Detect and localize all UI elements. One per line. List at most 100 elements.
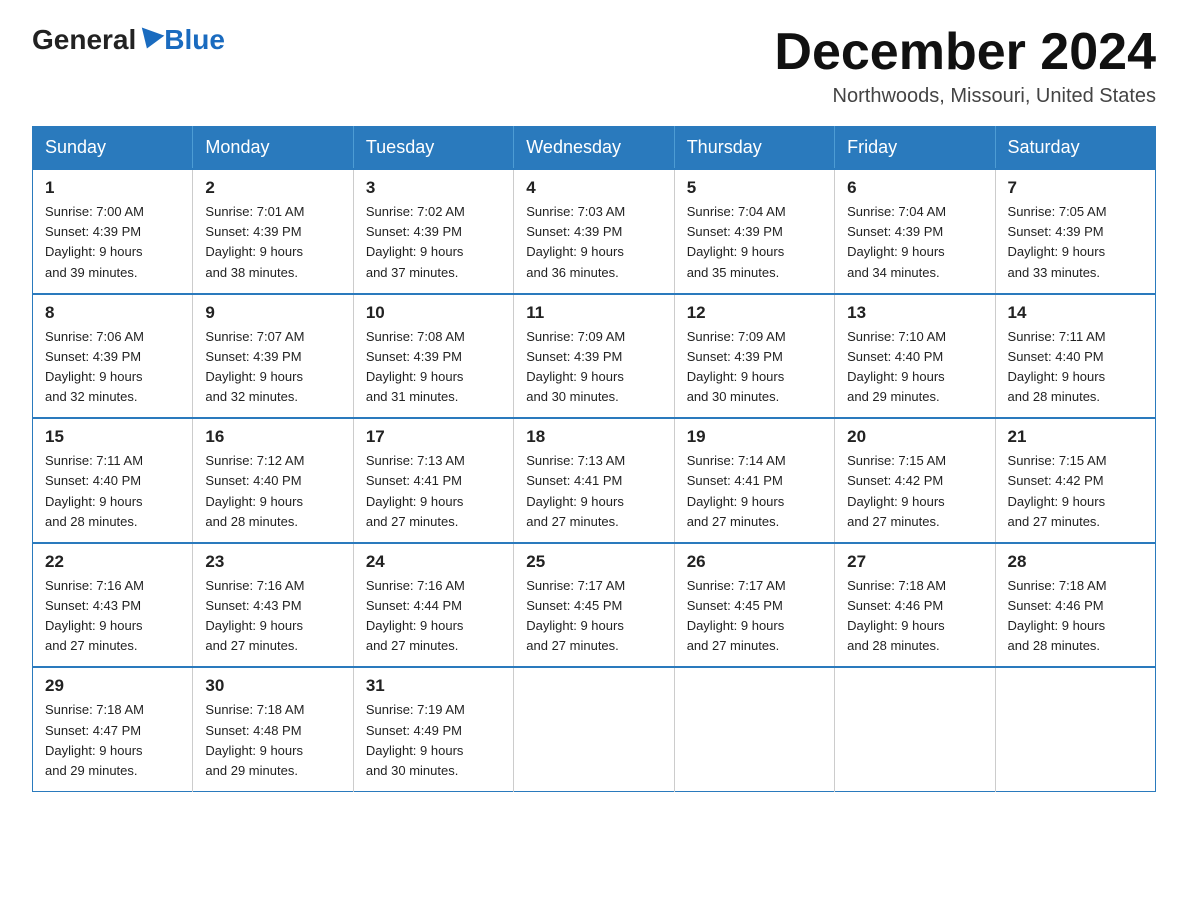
day-info: Sunrise: 7:04 AMSunset: 4:39 PMDaylight:… xyxy=(687,202,824,283)
day-info: Sunrise: 7:06 AMSunset: 4:39 PMDaylight:… xyxy=(45,327,182,408)
calendar-cell: 29 Sunrise: 7:18 AMSunset: 4:47 PMDayligh… xyxy=(33,667,193,791)
header-friday: Friday xyxy=(835,127,995,170)
calendar-cell: 16Sunrise: 7:12 AMSunset: 4:40 PMDayligh… xyxy=(193,418,353,543)
day-info: Sunrise: 7:16 AMSunset: 4:44 PMDaylight:… xyxy=(366,576,503,657)
day-number: 5 xyxy=(687,178,824,198)
day-number: 20 xyxy=(847,427,984,447)
day-number: 19 xyxy=(687,427,824,447)
day-info: Sunrise: 7:09 AMSunset: 4:39 PMDaylight:… xyxy=(687,327,824,408)
month-title: December 2024 xyxy=(774,24,1156,81)
calendar-cell: 7Sunrise: 7:05 AMSunset: 4:39 PMDaylight… xyxy=(995,169,1155,294)
calendar-cell: 4 Sunrise: 7:03 AMSunset: 4:39 PMDaylight… xyxy=(514,169,674,294)
calendar-cell: 31 Sunrise: 7:19 AMSunset: 4:49 PMDayligh… xyxy=(353,667,513,791)
calendar-cell: 27Sunrise: 7:18 AMSunset: 4:46 PMDayligh… xyxy=(835,543,995,668)
calendar-cell: 28 Sunrise: 7:18 AMSunset: 4:46 PMDayligh… xyxy=(995,543,1155,668)
calendar-cell: 2Sunrise: 7:01 AMSunset: 4:39 PMDaylight… xyxy=(193,169,353,294)
day-number: 23 xyxy=(205,552,342,572)
day-info: Sunrise: 7:11 AMSunset: 4:40 PMDaylight:… xyxy=(45,451,182,532)
day-number: 27 xyxy=(847,552,984,572)
day-info: Sunrise: 7:19 AMSunset: 4:49 PMDaylight:… xyxy=(366,700,503,781)
day-number: 6 xyxy=(847,178,984,198)
day-info: Sunrise: 7:13 AMSunset: 4:41 PMDaylight:… xyxy=(526,451,663,532)
calendar-cell xyxy=(674,667,834,791)
calendar-cell: 3 Sunrise: 7:02 AMSunset: 4:39 PMDaylight… xyxy=(353,169,513,294)
calendar-cell: 13Sunrise: 7:10 AMSunset: 4:40 PMDayligh… xyxy=(835,294,995,419)
calendar-cell: 10 Sunrise: 7:08 AMSunset: 4:39 PMDayligh… xyxy=(353,294,513,419)
day-number: 15 xyxy=(45,427,182,447)
day-number: 22 xyxy=(45,552,182,572)
day-info: Sunrise: 7:17 AMSunset: 4:45 PMDaylight:… xyxy=(687,576,824,657)
day-number: 4 xyxy=(526,178,663,198)
calendar-cell: 6 Sunrise: 7:04 AMSunset: 4:39 PMDaylight… xyxy=(835,169,995,294)
day-number: 28 xyxy=(1008,552,1145,572)
calendar-week-row: 1Sunrise: 7:00 AMSunset: 4:39 PMDaylight… xyxy=(33,169,1156,294)
calendar-header-row: SundayMondayTuesdayWednesdayThursdayFrid… xyxy=(33,127,1156,170)
day-number: 21 xyxy=(1008,427,1145,447)
day-number: 14 xyxy=(1008,303,1145,323)
day-number: 9 xyxy=(205,303,342,323)
calendar-cell: 22 Sunrise: 7:16 AMSunset: 4:43 PMDayligh… xyxy=(33,543,193,668)
day-info: Sunrise: 7:18 AMSunset: 4:46 PMDaylight:… xyxy=(1008,576,1145,657)
day-info: Sunrise: 7:18 AMSunset: 4:48 PMDaylight:… xyxy=(205,700,342,781)
day-info: Sunrise: 7:18 AMSunset: 4:47 PMDaylight:… xyxy=(45,700,182,781)
day-number: 30 xyxy=(205,676,342,696)
day-info: Sunrise: 7:14 AMSunset: 4:41 PMDaylight:… xyxy=(687,451,824,532)
calendar-cell: 18Sunrise: 7:13 AMSunset: 4:41 PMDayligh… xyxy=(514,418,674,543)
day-info: Sunrise: 7:03 AMSunset: 4:39 PMDaylight:… xyxy=(526,202,663,283)
header-tuesday: Tuesday xyxy=(353,127,513,170)
calendar-cell: 21 Sunrise: 7:15 AMSunset: 4:42 PMDayligh… xyxy=(995,418,1155,543)
calendar-cell: 24 Sunrise: 7:16 AMSunset: 4:44 PMDayligh… xyxy=(353,543,513,668)
day-info: Sunrise: 7:07 AMSunset: 4:39 PMDaylight:… xyxy=(205,327,342,408)
calendar-cell: 12 Sunrise: 7:09 AMSunset: 4:39 PMDayligh… xyxy=(674,294,834,419)
logo-blue-text: Blue xyxy=(164,24,225,56)
day-info: Sunrise: 7:04 AMSunset: 4:39 PMDaylight:… xyxy=(847,202,984,283)
day-number: 7 xyxy=(1008,178,1145,198)
day-number: 26 xyxy=(687,552,824,572)
calendar-cell xyxy=(835,667,995,791)
title-section: December 2024 Northwoods, Missouri, Unit… xyxy=(774,24,1156,108)
day-number: 16 xyxy=(205,427,342,447)
day-number: 31 xyxy=(366,676,503,696)
day-number: 29 xyxy=(45,676,182,696)
day-number: 25 xyxy=(526,552,663,572)
calendar-cell: 11Sunrise: 7:09 AMSunset: 4:39 PMDayligh… xyxy=(514,294,674,419)
header-monday: Monday xyxy=(193,127,353,170)
calendar-cell: 25 Sunrise: 7:17 AMSunset: 4:45 PMDayligh… xyxy=(514,543,674,668)
day-number: 17 xyxy=(366,427,503,447)
page-header: General Blue December 2024 Northwoods, M… xyxy=(32,24,1156,108)
calendar-cell xyxy=(995,667,1155,791)
calendar-week-row: 29 Sunrise: 7:18 AMSunset: 4:47 PMDayligh… xyxy=(33,667,1156,791)
calendar-cell: 26 Sunrise: 7:17 AMSunset: 4:45 PMDayligh… xyxy=(674,543,834,668)
calendar-cell: 23Sunrise: 7:16 AMSunset: 4:43 PMDayligh… xyxy=(193,543,353,668)
day-info: Sunrise: 7:02 AMSunset: 4:39 PMDaylight:… xyxy=(366,202,503,283)
header-thursday: Thursday xyxy=(674,127,834,170)
logo-triangle-icon xyxy=(136,27,165,52)
calendar-week-row: 22 Sunrise: 7:16 AMSunset: 4:43 PMDayligh… xyxy=(33,543,1156,668)
calendar-cell xyxy=(514,667,674,791)
day-number: 10 xyxy=(366,303,503,323)
day-number: 3 xyxy=(366,178,503,198)
day-info: Sunrise: 7:15 AMSunset: 4:42 PMDaylight:… xyxy=(847,451,984,532)
day-info: Sunrise: 7:01 AMSunset: 4:39 PMDaylight:… xyxy=(205,202,342,283)
day-info: Sunrise: 7:16 AMSunset: 4:43 PMDaylight:… xyxy=(45,576,182,657)
day-info: Sunrise: 7:13 AMSunset: 4:41 PMDaylight:… xyxy=(366,451,503,532)
day-info: Sunrise: 7:08 AMSunset: 4:39 PMDaylight:… xyxy=(366,327,503,408)
day-info: Sunrise: 7:17 AMSunset: 4:45 PMDaylight:… xyxy=(526,576,663,657)
header-wednesday: Wednesday xyxy=(514,127,674,170)
day-info: Sunrise: 7:11 AMSunset: 4:40 PMDaylight:… xyxy=(1008,327,1145,408)
day-number: 8 xyxy=(45,303,182,323)
day-number: 12 xyxy=(687,303,824,323)
calendar-week-row: 15 Sunrise: 7:11 AMSunset: 4:40 PMDayligh… xyxy=(33,418,1156,543)
calendar-cell: 17 Sunrise: 7:13 AMSunset: 4:41 PMDayligh… xyxy=(353,418,513,543)
location-subtitle: Northwoods, Missouri, United States xyxy=(774,85,1156,108)
logo-general-text: General xyxy=(32,24,136,56)
day-number: 13 xyxy=(847,303,984,323)
day-number: 24 xyxy=(366,552,503,572)
calendar-cell: 15 Sunrise: 7:11 AMSunset: 4:40 PMDayligh… xyxy=(33,418,193,543)
calendar-cell: 9 Sunrise: 7:07 AMSunset: 4:39 PMDaylight… xyxy=(193,294,353,419)
calendar-cell: 5 Sunrise: 7:04 AMSunset: 4:39 PMDaylight… xyxy=(674,169,834,294)
calendar-cell: 8 Sunrise: 7:06 AMSunset: 4:39 PMDaylight… xyxy=(33,294,193,419)
calendar-cell: 1Sunrise: 7:00 AMSunset: 4:39 PMDaylight… xyxy=(33,169,193,294)
day-info: Sunrise: 7:15 AMSunset: 4:42 PMDaylight:… xyxy=(1008,451,1145,532)
calendar-cell: 14 Sunrise: 7:11 AMSunset: 4:40 PMDayligh… xyxy=(995,294,1155,419)
